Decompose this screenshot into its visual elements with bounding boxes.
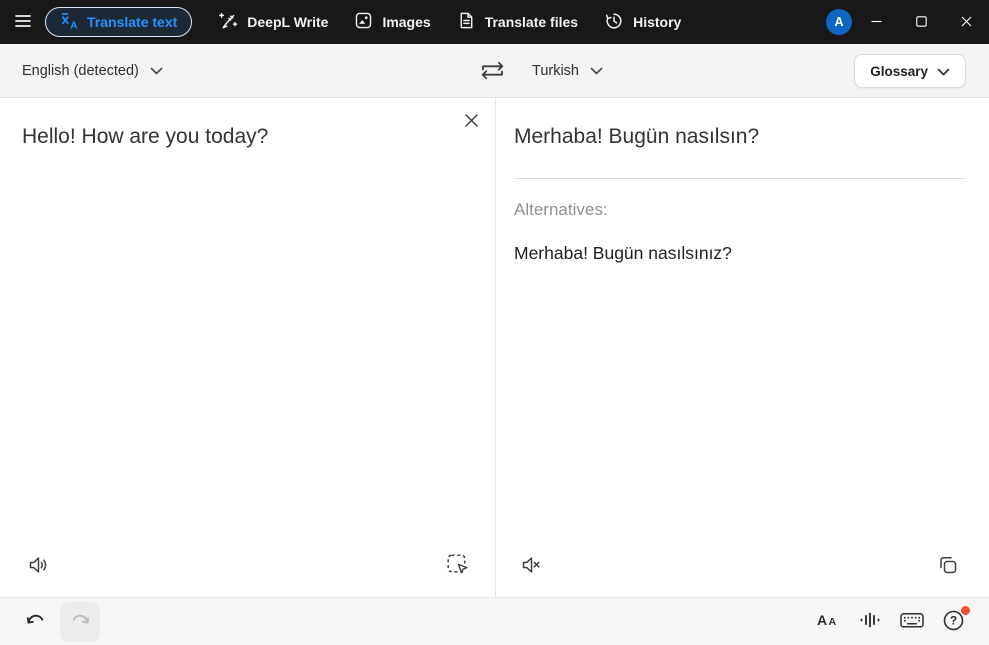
target-pane-footer: [496, 535, 989, 597]
waveform-icon: [858, 609, 882, 634]
redo-button[interactable]: [60, 602, 100, 642]
target-pane: Merhaba! Bugün nasılsın? Alternatives: M…: [496, 98, 989, 597]
source-pane-footer: [0, 535, 495, 597]
copy-icon: [936, 553, 960, 580]
alternative-option[interactable]: Merhaba! Bugün nasılsınız?: [514, 243, 966, 264]
speaker-muted-icon: [520, 553, 544, 580]
speaker-icon: [27, 553, 51, 580]
copy-translation-button[interactable]: [936, 553, 960, 580]
undo-button[interactable]: [24, 609, 47, 634]
avatar[interactable]: A: [826, 9, 852, 35]
tab-history[interactable]: History: [604, 11, 681, 34]
tab-images[interactable]: Images: [354, 11, 430, 33]
maximize-icon: [916, 15, 927, 30]
tab-translate-files[interactable]: Translate files: [457, 11, 578, 33]
source-pane[interactable]: Hello! How are you today?: [0, 98, 496, 597]
source-language-selector[interactable]: English (detected): [22, 44, 163, 97]
font-size-icon: A A: [816, 609, 840, 634]
tab-translate-text[interactable]: A Translate text: [45, 7, 192, 37]
minimize-icon: [871, 15, 882, 30]
tab-label: History: [633, 14, 681, 30]
hamburger-icon: [14, 13, 32, 32]
minimize-button[interactable]: [854, 0, 899, 44]
select-text-button[interactable]: [445, 552, 471, 581]
tab-deepl-write[interactable]: DeepL Write: [218, 11, 328, 34]
titlebar: A Translate text DeepL Write: [0, 0, 989, 44]
menu-button[interactable]: [6, 5, 40, 39]
clear-source-button[interactable]: [460, 111, 482, 133]
undo-icon: [24, 609, 47, 634]
voice-input-button[interactable]: [857, 609, 883, 635]
bottom-right-tools: A A: [815, 609, 967, 635]
history-icon: [604, 11, 624, 34]
magic-pen-icon: [218, 11, 238, 34]
chevron-down-icon: [590, 63, 603, 79]
language-bar: English (detected) Turkish Glossary: [0, 44, 989, 98]
svg-text:A: A: [817, 612, 827, 628]
listen-source-button[interactable]: [27, 553, 51, 580]
alternatives-divider: [514, 178, 966, 179]
tab-label: Images: [382, 14, 430, 30]
bottom-toolbar: A A: [0, 597, 989, 645]
translate-icon: A: [60, 11, 79, 33]
close-icon: [961, 15, 972, 30]
alternatives-label: Alternatives:: [514, 200, 966, 220]
close-button[interactable]: [944, 0, 989, 44]
maximize-button[interactable]: [899, 0, 944, 44]
help-button[interactable]: ?: [941, 609, 967, 635]
chevron-down-icon: [937, 64, 950, 79]
font-size-button[interactable]: A A: [815, 609, 841, 635]
image-icon: [354, 11, 373, 33]
redo-icon: [69, 609, 92, 634]
glossary-label: Glossary: [870, 64, 928, 79]
translation-area: Hello! How are you today?: [0, 98, 989, 597]
target-language-selector[interactable]: Turkish: [532, 44, 603, 97]
source-text[interactable]: Hello! How are you today?: [22, 123, 439, 151]
svg-text:?: ?: [950, 614, 957, 628]
chevron-down-icon: [150, 63, 163, 79]
document-icon: [457, 11, 476, 33]
listen-translation-button[interactable]: [520, 553, 544, 580]
keyboard-icon: [899, 609, 925, 634]
deepl-app-window: A Translate text DeepL Write: [0, 0, 989, 645]
svg-text:A: A: [70, 20, 77, 30]
translation-text[interactable]: Merhaba! Bugün nasılsın?: [514, 123, 966, 151]
svg-text:A: A: [829, 616, 837, 628]
swap-languages-button[interactable]: [477, 58, 508, 86]
tab-label: Translate files: [485, 14, 578, 30]
text-selection-icon: [445, 552, 471, 581]
target-language-label: Turkish: [532, 63, 579, 79]
keyboard-button[interactable]: [899, 609, 925, 635]
swap-arrows-icon: [477, 71, 508, 86]
clear-icon: [464, 113, 479, 131]
notification-dot: [961, 606, 970, 615]
avatar-initial: A: [834, 15, 843, 29]
tab-label: Translate text: [87, 14, 177, 30]
tab-label: DeepL Write: [247, 14, 328, 30]
glossary-button[interactable]: Glossary: [854, 54, 966, 88]
source-language-label: English (detected): [22, 63, 139, 79]
